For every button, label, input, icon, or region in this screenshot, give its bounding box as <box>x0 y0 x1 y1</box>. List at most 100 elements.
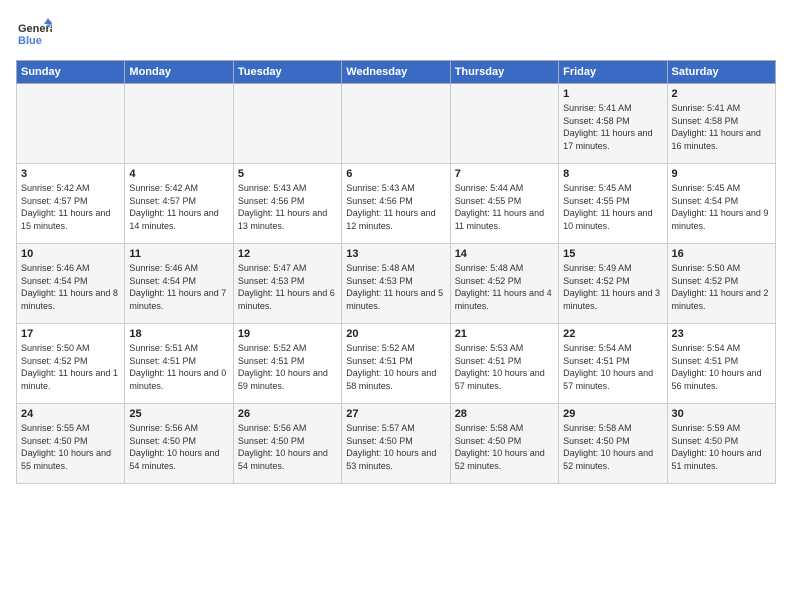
day-number: 1 <box>563 88 662 100</box>
cell-info: Sunrise: 5:55 AM Sunset: 4:50 PM Dayligh… <box>21 422 120 472</box>
calendar-cell: 12 Sunrise: 5:47 AM Sunset: 4:53 PM Dayli… <box>233 244 341 324</box>
day-number: 26 <box>238 408 337 420</box>
calendar-cell <box>233 84 341 164</box>
day-number: 30 <box>672 408 771 420</box>
cell-info: Sunrise: 5:43 AM Sunset: 4:56 PM Dayligh… <box>346 182 445 232</box>
cell-info: Sunrise: 5:56 AM Sunset: 4:50 PM Dayligh… <box>238 422 337 472</box>
day-number: 8 <box>563 168 662 180</box>
cell-info: Sunrise: 5:41 AM Sunset: 4:58 PM Dayligh… <box>563 102 662 152</box>
calendar-cell: 23 Sunrise: 5:54 AM Sunset: 4:51 PM Dayli… <box>667 324 775 404</box>
cell-info: Sunrise: 5:46 AM Sunset: 4:54 PM Dayligh… <box>129 262 228 312</box>
cell-info: Sunrise: 5:52 AM Sunset: 4:51 PM Dayligh… <box>346 342 445 392</box>
day-number: 3 <box>21 168 120 180</box>
calendar-cell: 9Sunrise: 5:45 AM Sunset: 4:54 PM Daylig… <box>667 164 775 244</box>
day-number: 5 <box>238 168 337 180</box>
calendar-week-row: 1 Sunrise: 5:41 AM Sunset: 4:58 PM Daylig… <box>17 84 776 164</box>
cell-info: Sunrise: 5:58 AM Sunset: 4:50 PM Dayligh… <box>563 422 662 472</box>
calendar-cell: 27Sunrise: 5:57 AM Sunset: 4:50 PM Dayli… <box>342 404 450 484</box>
day-number: 21 <box>455 328 554 340</box>
day-number: 16 <box>672 248 771 260</box>
cell-info: Sunrise: 5:53 AM Sunset: 4:51 PM Dayligh… <box>455 342 554 392</box>
calendar-week-row: 24 Sunrise: 5:55 AM Sunset: 4:50 PM Dayli… <box>17 404 776 484</box>
day-number: 28 <box>455 408 554 420</box>
calendar-cell: 7 Sunrise: 5:44 AM Sunset: 4:55 PM Daylig… <box>450 164 558 244</box>
day-number: 2 <box>672 88 771 100</box>
calendar-cell: 28Sunrise: 5:58 AM Sunset: 4:50 PM Dayli… <box>450 404 558 484</box>
cell-info: Sunrise: 5:46 AM Sunset: 4:54 PM Dayligh… <box>21 262 120 312</box>
day-number: 7 <box>455 168 554 180</box>
day-number: 27 <box>346 408 445 420</box>
calendar-cell: 2 Sunrise: 5:41 AM Sunset: 4:58 PM Daylig… <box>667 84 775 164</box>
weekday-header: Monday <box>125 61 233 84</box>
cell-info: Sunrise: 5:43 AM Sunset: 4:56 PM Dayligh… <box>238 182 337 232</box>
weekday-header: Sunday <box>17 61 125 84</box>
logo: General Blue <box>16 16 52 52</box>
day-number: 19 <box>238 328 337 340</box>
calendar-cell: 3 Sunrise: 5:42 AM Sunset: 4:57 PM Daylig… <box>17 164 125 244</box>
cell-info: Sunrise: 5:52 AM Sunset: 4:51 PM Dayligh… <box>238 342 337 392</box>
page-header: General Blue <box>16 16 776 52</box>
calendar-cell: 6 Sunrise: 5:43 AM Sunset: 4:56 PM Daylig… <box>342 164 450 244</box>
cell-info: Sunrise: 5:50 AM Sunset: 4:52 PM Dayligh… <box>21 342 120 392</box>
weekday-header: Friday <box>559 61 667 84</box>
calendar-cell: 29Sunrise: 5:58 AM Sunset: 4:50 PM Dayli… <box>559 404 667 484</box>
calendar-cell: 13 Sunrise: 5:48 AM Sunset: 4:53 PM Dayli… <box>342 244 450 324</box>
day-number: 6 <box>346 168 445 180</box>
calendar-cell: 24 Sunrise: 5:55 AM Sunset: 4:50 PM Dayli… <box>17 404 125 484</box>
cell-info: Sunrise: 5:54 AM Sunset: 4:51 PM Dayligh… <box>672 342 771 392</box>
calendar-week-row: 10 Sunrise: 5:46 AM Sunset: 4:54 PM Dayli… <box>17 244 776 324</box>
day-number: 9 <box>672 168 771 180</box>
cell-info: Sunrise: 5:50 AM Sunset: 4:52 PM Dayligh… <box>672 262 771 312</box>
calendar-cell: 14Sunrise: 5:48 AM Sunset: 4:52 PM Dayli… <box>450 244 558 324</box>
weekday-header: Saturday <box>667 61 775 84</box>
cell-info: Sunrise: 5:56 AM Sunset: 4:50 PM Dayligh… <box>129 422 228 472</box>
calendar-week-row: 3 Sunrise: 5:42 AM Sunset: 4:57 PM Daylig… <box>17 164 776 244</box>
svg-text:Blue: Blue <box>18 35 42 47</box>
calendar-cell: 1 Sunrise: 5:41 AM Sunset: 4:58 PM Daylig… <box>559 84 667 164</box>
calendar-cell: 16 Sunrise: 5:50 AM Sunset: 4:52 PM Dayli… <box>667 244 775 324</box>
calendar-cell: 22 Sunrise: 5:54 AM Sunset: 4:51 PM Dayli… <box>559 324 667 404</box>
calendar-cell: 26 Sunrise: 5:56 AM Sunset: 4:50 PM Dayli… <box>233 404 341 484</box>
cell-info: Sunrise: 5:41 AM Sunset: 4:58 PM Dayligh… <box>672 102 771 152</box>
calendar-cell <box>450 84 558 164</box>
calendar-cell: 20Sunrise: 5:52 AM Sunset: 4:51 PM Dayli… <box>342 324 450 404</box>
calendar-cell <box>125 84 233 164</box>
cell-info: Sunrise: 5:54 AM Sunset: 4:51 PM Dayligh… <box>563 342 662 392</box>
cell-info: Sunrise: 5:42 AM Sunset: 4:57 PM Dayligh… <box>21 182 120 232</box>
cell-info: Sunrise: 5:45 AM Sunset: 4:55 PM Dayligh… <box>563 182 662 232</box>
calendar-cell: 25 Sunrise: 5:56 AM Sunset: 4:50 PM Dayli… <box>125 404 233 484</box>
weekday-header: Wednesday <box>342 61 450 84</box>
day-number: 12 <box>238 248 337 260</box>
cell-info: Sunrise: 5:42 AM Sunset: 4:57 PM Dayligh… <box>129 182 228 232</box>
calendar-cell: 4 Sunrise: 5:42 AM Sunset: 4:57 PM Daylig… <box>125 164 233 244</box>
day-number: 13 <box>346 248 445 260</box>
day-number: 11 <box>129 248 228 260</box>
calendar-cell <box>17 84 125 164</box>
cell-info: Sunrise: 5:48 AM Sunset: 4:53 PM Dayligh… <box>346 262 445 312</box>
day-number: 22 <box>563 328 662 340</box>
calendar-table: SundayMondayTuesdayWednesdayThursdayFrid… <box>16 60 776 484</box>
cell-info: Sunrise: 5:48 AM Sunset: 4:52 PM Dayligh… <box>455 262 554 312</box>
day-number: 24 <box>21 408 120 420</box>
calendar-cell: 5 Sunrise: 5:43 AM Sunset: 4:56 PM Daylig… <box>233 164 341 244</box>
day-number: 17 <box>21 328 120 340</box>
cell-info: Sunrise: 5:47 AM Sunset: 4:53 PM Dayligh… <box>238 262 337 312</box>
logo-icon: General Blue <box>16 16 52 52</box>
calendar-cell: 11 Sunrise: 5:46 AM Sunset: 4:54 PM Dayli… <box>125 244 233 324</box>
day-number: 4 <box>129 168 228 180</box>
cell-info: Sunrise: 5:44 AM Sunset: 4:55 PM Dayligh… <box>455 182 554 232</box>
day-number: 25 <box>129 408 228 420</box>
calendar-cell: 10 Sunrise: 5:46 AM Sunset: 4:54 PM Dayli… <box>17 244 125 324</box>
cell-info: Sunrise: 5:59 AM Sunset: 4:50 PM Dayligh… <box>672 422 771 472</box>
calendar-cell <box>342 84 450 164</box>
calendar-cell: 15Sunrise: 5:49 AM Sunset: 4:52 PM Dayli… <box>559 244 667 324</box>
day-number: 23 <box>672 328 771 340</box>
calendar-cell: 17 Sunrise: 5:50 AM Sunset: 4:52 PM Dayli… <box>17 324 125 404</box>
weekday-header: Thursday <box>450 61 558 84</box>
weekday-header: Tuesday <box>233 61 341 84</box>
calendar-cell: 19 Sunrise: 5:52 AM Sunset: 4:51 PM Dayli… <box>233 324 341 404</box>
calendar-cell: 8 Sunrise: 5:45 AM Sunset: 4:55 PM Daylig… <box>559 164 667 244</box>
day-number: 18 <box>129 328 228 340</box>
day-number: 10 <box>21 248 120 260</box>
calendar-cell: 30 Sunrise: 5:59 AM Sunset: 4:50 PM Dayli… <box>667 404 775 484</box>
